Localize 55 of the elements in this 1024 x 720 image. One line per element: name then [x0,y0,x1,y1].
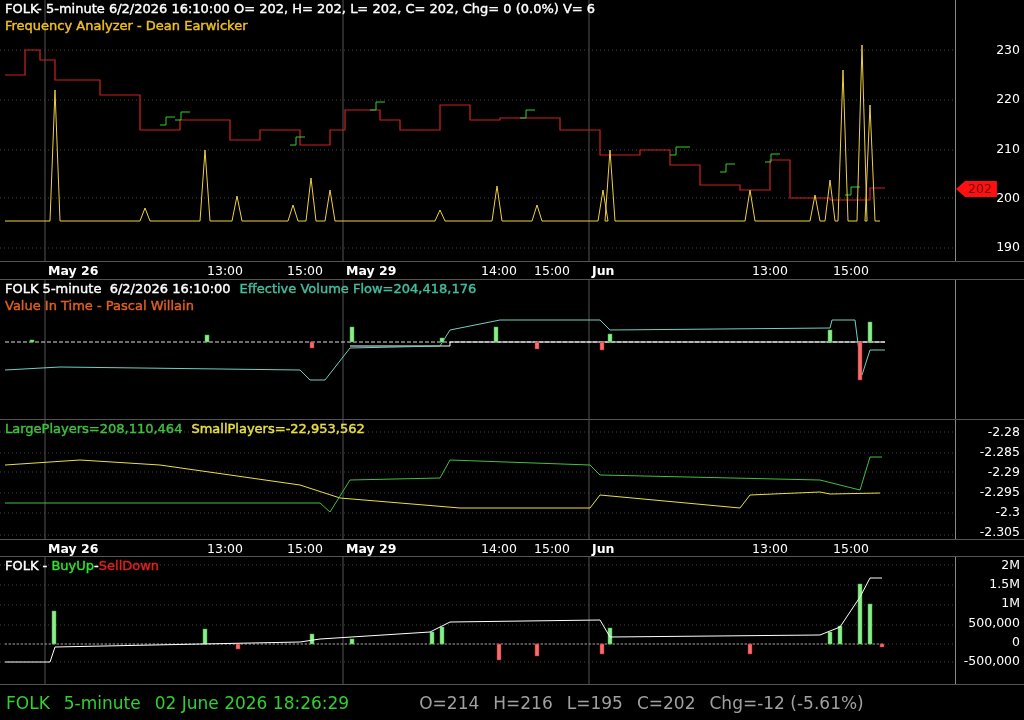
status-text: O=214 [419,692,480,713]
axis-label: -2.305 [979,525,1020,539]
status-text: 02 June 2026 18:26:29 [154,692,350,713]
legend-text: Effective Volume Flow=204,418,176 [239,281,477,297]
axis-label: 220 [996,92,1020,107]
axis-label: 500,000 [968,615,1020,630]
time-axis-label: May 26 [48,263,99,278]
time-axis-label: 15:00 [287,263,324,278]
legend-text: LargePlayers=208,110,464 [5,421,183,437]
time-axis-label: 13:00 [207,541,244,556]
axis-label: 200 [996,190,1020,205]
time-axis-label: 15:00 [287,541,324,556]
legend-text: FOLK 5-minute 6/2/2026 16:10:00 [5,281,231,297]
status-text: 5-minute [63,692,141,713]
time-axis-label: 14:00 [481,541,518,556]
time-axis-label: 15:00 [534,541,571,556]
axis-label: 2M [1001,558,1020,572]
legend-text: SmallPlayers=-22,953,562 [191,421,365,437]
legend-text: SellDown [98,558,160,574]
legend-text: - [94,558,99,574]
legend-text: FOLK - [5,558,49,574]
legend-text: BuyUp [51,558,95,574]
legend-text: Value In Time - Pascal Willain [5,298,194,314]
time-axis-label: 15:00 [833,541,870,556]
legend-text: Frequency Analyzer - Dean Earwicker [5,18,248,34]
status-text: H=216 [493,692,553,713]
status-text: FOLK [6,692,50,713]
axis-label: 0 [1012,634,1020,649]
time-axis-label: 13:00 [207,263,244,278]
axis-label: 230 [996,43,1020,57]
axis-label: 1M [1001,596,1020,611]
time-axis-label: May 29 [346,263,397,278]
status-text: C=202 [636,692,696,713]
status-text: Chg=-12 (-5.61%) [709,692,864,713]
axis-label: -500,000 [963,653,1020,668]
legend-text: FOLK- 5-minute 6/2/2026 16:10:00 O= 202, H= 202, L= 202, C= 202, Chg= 0 (0.0%) V= 6 [5,1,596,17]
axis-label: 210 [996,141,1020,156]
time-axis-label: Jun [592,263,615,278]
time-axis-label: Jun [592,541,615,556]
axis-label: -2.3 [995,505,1020,519]
axis-label: 190 [996,240,1020,254]
axis-label: -2.285 [979,445,1020,459]
status-text: L=195 [566,692,623,713]
time-axis-label: May 26 [48,541,99,556]
time-axis-label: 14:00 [481,263,518,278]
axis-label: -2.295 [979,485,1020,499]
time-axis-label: May 29 [346,541,397,556]
time-axis-label: 13:00 [752,263,789,278]
axis-label: 1.5M [989,577,1020,592]
price-marker: 202 [956,181,997,197]
time-axis-label: 15:00 [833,263,870,278]
axis-label: -2.29 [987,465,1020,479]
axis-label: -2.28 [987,425,1020,439]
time-axis-label: 15:00 [534,263,571,278]
time-axis-label: 13:00 [752,541,789,556]
